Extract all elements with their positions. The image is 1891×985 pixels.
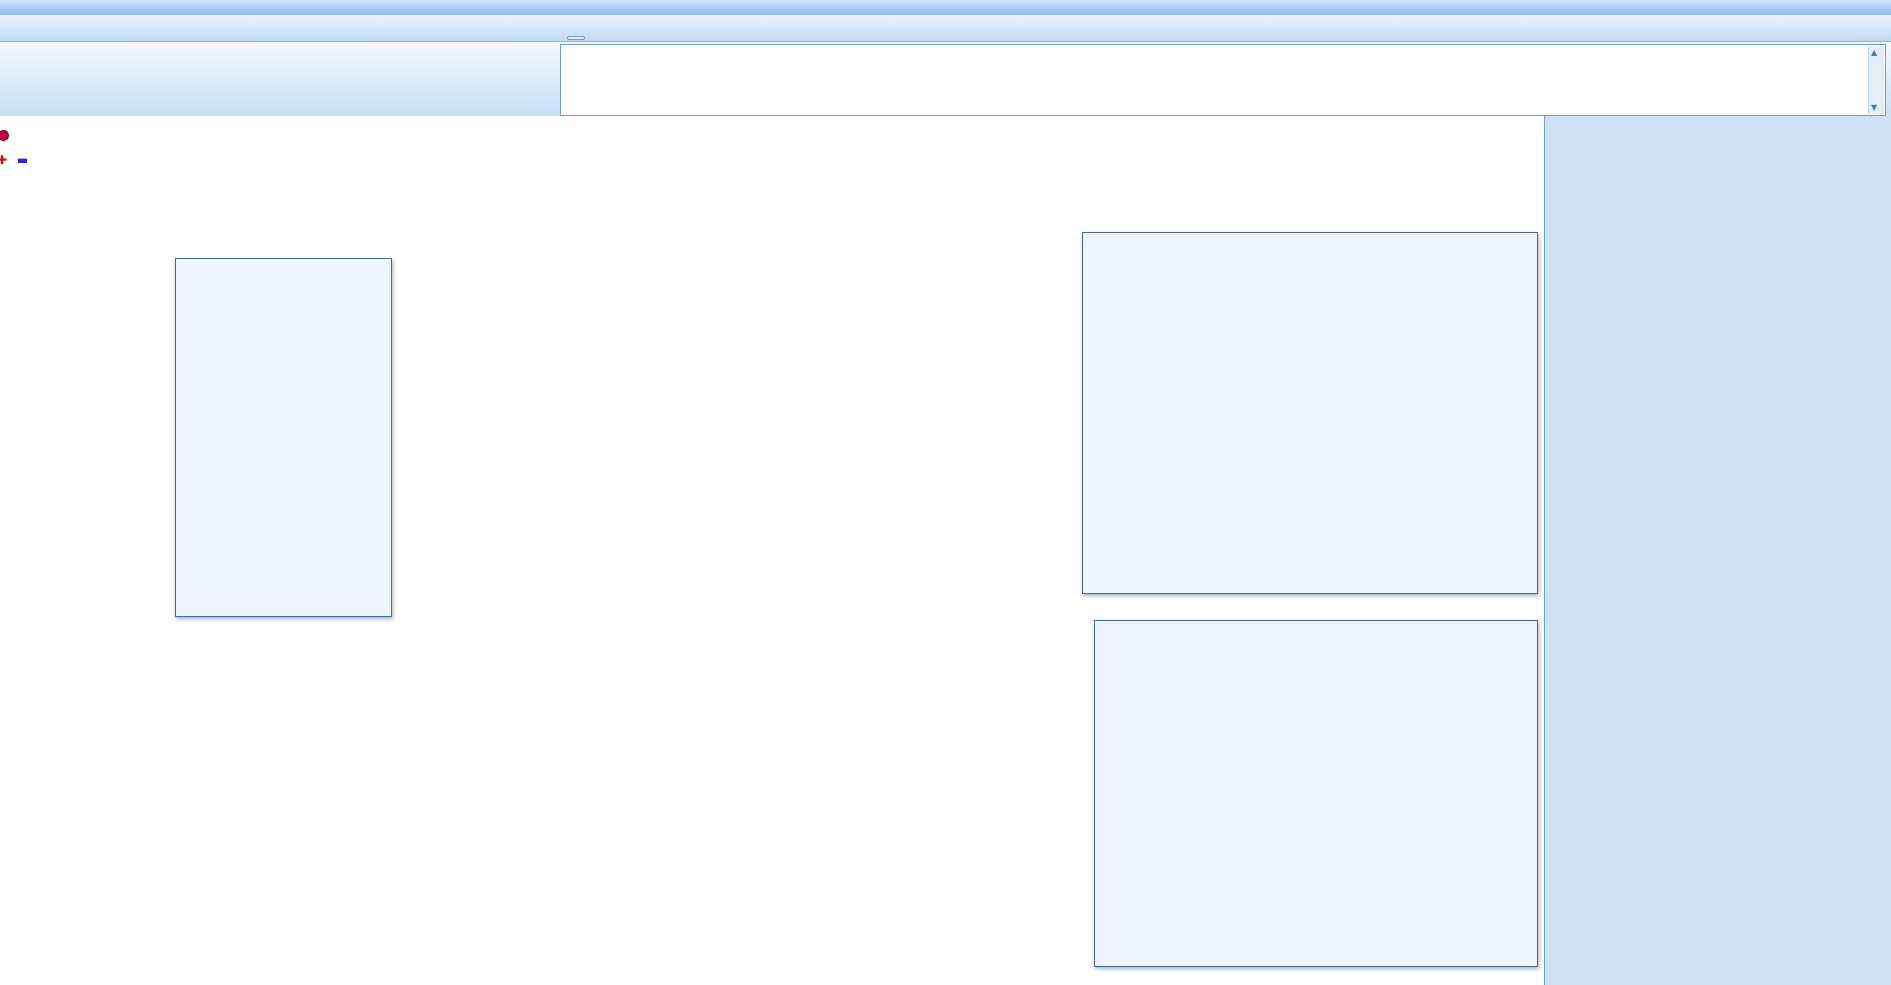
map-legend: ✚ ▬ (0, 124, 31, 172)
positive-flash-icon: ✚ (0, 153, 7, 167)
alarm-scrollbar[interactable]: ▲ ▼ (1868, 46, 1884, 114)
scroll-down-icon[interactable]: ▼ (1871, 103, 1877, 112)
missing-dot-icon (0, 130, 9, 141)
legend-status-line (0, 124, 31, 148)
rain-table-panel[interactable] (1082, 232, 1538, 594)
legend-flash-line: ✚ ▬ (0, 148, 31, 172)
wind-table-panel[interactable] (1094, 620, 1538, 967)
sidebar (1544, 116, 1891, 985)
app-window: ▲ ▼ ✚ ▬ (0, 0, 1891, 985)
alarm-tab (567, 36, 585, 40)
window-title-bar[interactable] (0, 0, 1891, 15)
alarm-box: ▲ ▼ (560, 44, 1886, 116)
negative-flash-icon: ▬ (17, 153, 28, 167)
scroll-up-icon[interactable]: ▲ (1871, 48, 1877, 57)
station-rain-panel[interactable] (175, 258, 392, 617)
menu-bar (0, 15, 1891, 42)
